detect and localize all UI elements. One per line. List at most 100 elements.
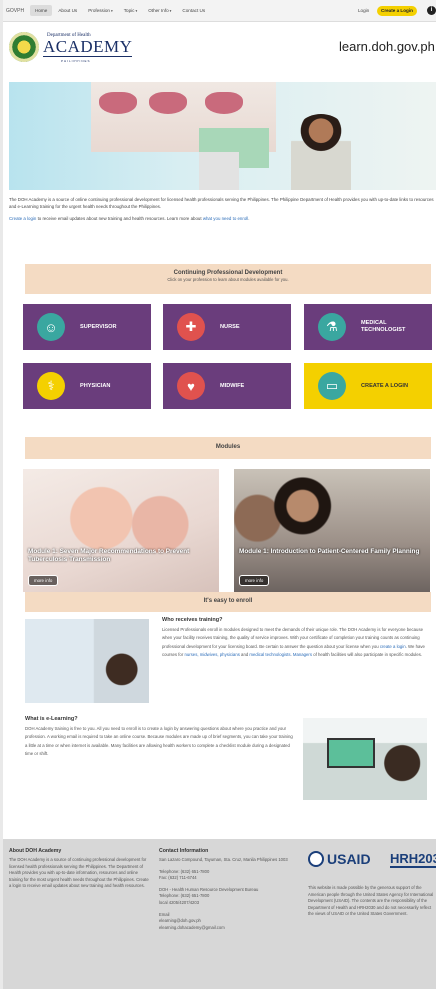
profession-label: MEDICAL TECHNOLOGIST: [361, 320, 406, 333]
xray-image: [25, 619, 149, 703]
enroll-title: It's easy to enroll: [203, 598, 253, 604]
module-card-tb[interactable]: Module 1: Seven Major Recommendations to…: [23, 469, 219, 592]
footer-about-text: The DOH Academy is a source of continuin…: [9, 857, 149, 889]
footer-hhrdb-telephone: Telephone: (632) 651-7800: [159, 893, 210, 899]
intro-section: The DOH Academy is a source of online co…: [9, 196, 434, 227]
footer-about: About DOH Academy The DOH Academy is a s…: [9, 848, 149, 890]
profession-tile-medical-technologist[interactable]: ⚗ MEDICAL TECHNOLOGIST: [304, 304, 432, 350]
display-stand: [199, 152, 239, 190]
nav-about-us[interactable]: About Us: [53, 5, 82, 16]
intro-text-end: .: [248, 216, 250, 221]
uterus-model-image: [205, 92, 243, 114]
footer-hhrdb: DOH - Health Human Resource Development …: [159, 886, 259, 892]
profession-label: NURSE: [220, 323, 240, 330]
modules-title: Modules: [215, 444, 241, 450]
footer-email-label: Email: [159, 911, 170, 917]
modules-header: Modules: [25, 437, 431, 459]
footer-contact: Contact Information San Lazaro Compound,…: [159, 848, 299, 931]
login-link[interactable]: Login: [358, 8, 369, 13]
elearning-title: What is e-Learning?: [25, 716, 78, 722]
more-info-button[interactable]: more info: [239, 575, 270, 586]
logo-academy-text[interactable]: ACADEMY: [43, 38, 133, 57]
nav-topic-label: Topic: [123, 8, 135, 13]
footer-about-title: About DOH Academy: [9, 848, 62, 854]
uterus-model-image: [149, 92, 187, 114]
page: GOVPH Home About Us Profession▾ Topic▾ O…: [3, 0, 436, 989]
footer-email-link[interactable]: elearning@doh.gov.ph: [159, 918, 299, 925]
elearning-paragraph: DOH Academy training is free to you. All…: [25, 726, 293, 756]
who-text: and: [239, 651, 250, 657]
hrh2030-logo[interactable]: HRH2030: [390, 851, 436, 868]
supervisor-icon: ☺: [37, 313, 65, 341]
usaid-logo[interactable]: USAID: [308, 851, 371, 867]
footer-disclaimer: This website is made possible by the gen…: [308, 885, 434, 918]
usaid-emblem-icon: [308, 851, 324, 867]
uterus-model-image: [99, 92, 137, 114]
module-title[interactable]: Module 1: Seven Major Recommendations to…: [28, 548, 218, 563]
chevron-down-icon: ▾: [110, 9, 113, 13]
profession-label: SUPERVISOR: [80, 323, 117, 330]
medical-technologists-link[interactable]: medical technologists: [249, 652, 290, 657]
more-info-button[interactable]: more info: [28, 575, 59, 586]
nav-profession[interactable]: Profession▾: [83, 5, 117, 16]
who-paragraph: Licensed Professionals enroll in modules…: [162, 626, 432, 659]
create-login-tile[interactable]: ▭ CREATE A LOGIN: [304, 363, 432, 409]
profession-tile-nurse[interactable]: ✚ NURSE: [163, 304, 291, 350]
footer-telephone: Telephone: (632) 651-7800: [159, 868, 210, 874]
cpd-header: Continuing Professional Development Clic…: [25, 264, 431, 294]
nurse-icon: ✚: [177, 313, 205, 341]
govph-link[interactable]: GOVPH: [6, 8, 24, 14]
footer-address-link[interactable]: San Lazaro Compound, Tayuman, Sta. Cruz,…: [159, 857, 299, 864]
enroll-header: It's easy to enroll: [25, 592, 431, 612]
enroll-requirements-link[interactable]: what you need to enroll: [203, 216, 248, 221]
managers-link[interactable]: Managers: [293, 652, 312, 657]
top-navbar: GOVPH Home About Us Profession▾ Topic▾ O…: [3, 0, 436, 22]
nav-profession-label: Profession: [88, 8, 110, 13]
footer-hhrdb-local: local 4205/4207/4203: [159, 899, 200, 905]
who-text: of health facilities will also participa…: [312, 651, 423, 657]
cpd-title: Continuing Professional Development: [173, 270, 283, 276]
what-is-elearning: What is e-Learning? DOH Academy training…: [25, 716, 295, 758]
info-icon[interactable]: i: [427, 6, 436, 15]
nav-other-info[interactable]: Other Info▾: [143, 5, 176, 16]
profession-tile-physician[interactable]: ⚕ PHYSICIAN: [23, 363, 151, 409]
nav-other-info-label: Other Info: [148, 8, 169, 13]
test-tubes-icon: ⚗: [318, 313, 346, 341]
footer-fax: Fax: (632) 711-6744: [159, 875, 197, 881]
profession-label: MIDWIFE: [220, 382, 245, 389]
profession-tile-supervisor[interactable]: ☺ SUPERVISOR: [23, 304, 151, 350]
who-receives-training: Who receives training? Licensed Professi…: [162, 617, 432, 659]
doh-seal-logo[interactable]: [9, 32, 39, 62]
usaid-wordmark: USAID: [327, 851, 371, 867]
elearning-laptop-image: [303, 718, 427, 800]
cpd-subtitle: Click on your profession to learn about …: [167, 277, 289, 282]
module-card-family-planning[interactable]: Module 1: Introduction to Patient-Center…: [234, 469, 430, 592]
chevron-down-icon: ▾: [169, 9, 172, 13]
footer-email-link[interactable]: elearning.dohacademy@gmail.com: [159, 925, 299, 932]
footer-disclaimer-text: This website is made possible by the gen…: [308, 885, 434, 917]
hero-image: [9, 82, 436, 190]
site-header: Department of Health ACADEMY PHILIPPINES…: [3, 22, 436, 78]
laptop-screen: [327, 738, 375, 768]
nav-contact-us[interactable]: Contact Us: [177, 5, 210, 16]
nav-home[interactable]: Home: [30, 5, 53, 16]
intro-text: to receive email updates about new train…: [36, 216, 203, 221]
create-login-label: CREATE A LOGIN: [361, 382, 409, 389]
profession-label: PHYSICIAN: [80, 382, 111, 389]
chevron-down-icon: ▾: [135, 9, 138, 13]
health-worker-image: [291, 114, 351, 190]
profession-tile-midwife[interactable]: ♥ MIDWIFE: [163, 363, 291, 409]
physician-icon: ⚕: [37, 372, 65, 400]
intro-paragraph-2: Create a login to receive email updates …: [9, 215, 434, 222]
professions-link[interactable]: nurses, midwives, physicians: [184, 652, 239, 657]
module-title[interactable]: Module 1: Introduction to Patient-Center…: [239, 548, 429, 556]
create-login-link[interactable]: create a login: [380, 644, 406, 649]
nav-topic[interactable]: Topic▾: [119, 5, 143, 16]
footer-contact-title: Contact Information: [159, 848, 209, 854]
create-login-link[interactable]: Create a login: [9, 216, 36, 221]
site-url: learn.doh.gov.ph: [339, 39, 435, 54]
logo-tagline: PHILIPPINES: [61, 59, 91, 63]
who-title: Who receives training?: [162, 617, 223, 623]
create-login-button[interactable]: Create a Login: [377, 6, 417, 16]
intro-paragraph: The DOH Academy is a source of online co…: [9, 197, 434, 209]
